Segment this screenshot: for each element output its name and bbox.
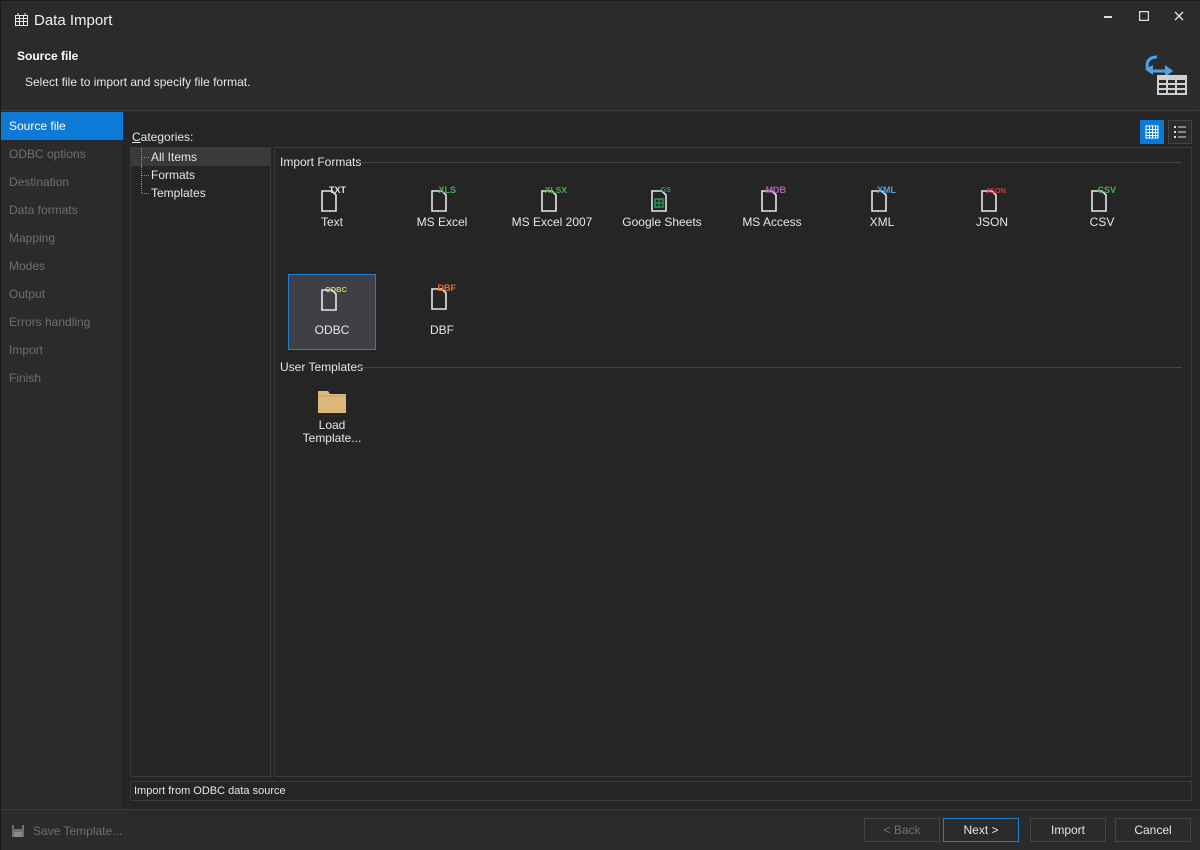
list-view-icon	[1174, 126, 1186, 138]
tree-item-label: All Items	[151, 150, 198, 164]
svg-text:TXT: TXT	[329, 185, 347, 195]
format-tile-ms-excel[interactable]: XLS MS Excel	[398, 173, 486, 249]
format-tile-dbf[interactable]: DBF DBF	[398, 274, 486, 350]
step-mapping: Mapping	[9, 231, 56, 245]
load-template-tile[interactable]: Load Template...	[288, 375, 376, 461]
tile-label: CSV	[1089, 215, 1115, 229]
odbc-file-icon: ODBC	[321, 285, 347, 311]
maximize-button[interactable]	[1126, 5, 1162, 27]
tree-item-formats[interactable]: Formats	[131, 166, 270, 184]
import-formats-heading: Import Formats	[280, 155, 362, 169]
save-template-button: Save Template...	[11, 822, 122, 840]
format-tile-json[interactable]: JSON JSON	[948, 173, 1036, 249]
maximize-icon	[1139, 11, 1149, 21]
format-tile-csv[interactable]: CSV CSV	[1058, 173, 1146, 249]
step-destination: Destination	[9, 175, 70, 189]
categories-label: Categories:	[132, 130, 194, 144]
tree-item-label: Formats	[151, 168, 196, 182]
mdb-file-icon: MDB	[761, 185, 787, 212]
tile-label: Text	[320, 215, 343, 229]
format-tile-ms-excel-2007[interactable]: XLSX MS Excel 2007	[508, 173, 596, 249]
svg-text:MDB: MDB	[766, 185, 787, 195]
svg-text:DBF: DBF	[438, 283, 457, 293]
format-tile-odbc[interactable]: ODBC ODBC	[288, 274, 376, 350]
step-import: Import	[9, 343, 44, 357]
csv-file-icon: CSV	[1091, 185, 1116, 212]
step-finish: Finish	[9, 371, 42, 385]
txt-file-icon: TXT	[321, 185, 347, 212]
step-errors-handling: Errors handling	[9, 315, 91, 329]
title-bar: Data Import	[1, 1, 1200, 39]
table-icon	[15, 13, 28, 26]
import-button[interactable]: Import	[1030, 818, 1106, 842]
xls-file-icon: XLS	[431, 185, 456, 212]
close-button[interactable]	[1161, 5, 1197, 27]
next-button[interactable]: Next >	[943, 818, 1019, 842]
tree-item-templates[interactable]: Templates	[131, 184, 270, 202]
step-odbc-options: ODBC options	[9, 147, 86, 161]
categories-tree: All Items Formats Templates	[130, 147, 271, 777]
save-template-label: Save Template...	[33, 824, 123, 838]
format-tile-google-sheets[interactable]: GS Google Sheets	[618, 173, 706, 249]
tile-label: JSON	[975, 215, 1008, 229]
svg-text:XLS: XLS	[438, 185, 456, 195]
window-title: Data Import	[34, 12, 113, 29]
tile-label: XML	[869, 215, 895, 229]
minimize-button[interactable]	[1091, 5, 1127, 27]
user-templates-heading: User Templates	[280, 360, 364, 374]
svg-text:JSON: JSON	[986, 186, 1006, 195]
tile-label: ODBC	[314, 323, 350, 337]
tile-label: MS Excel	[416, 215, 468, 229]
step-output: Output	[9, 287, 46, 301]
cancel-button[interactable]: Cancel	[1115, 818, 1191, 842]
wizard-footer: Save Template... < Back Next > Import Ca…	[1, 809, 1200, 850]
page-title: Source file	[17, 49, 79, 63]
format-tile-ms-access[interactable]: MDB MS Access	[728, 173, 816, 249]
section-divider	[359, 162, 1182, 163]
step-source-file[interactable]: Source file	[1, 112, 123, 140]
folder-icon	[318, 391, 346, 413]
xlsx-file-icon: XLSX	[541, 185, 567, 212]
page-subtitle: Select file to import and specify file f…	[25, 75, 251, 89]
dbf-file-icon: DBF	[431, 283, 457, 310]
step-data-formats: Data formats	[9, 203, 78, 217]
tile-label: Google Sheets	[622, 215, 702, 229]
list-view-button[interactable]	[1168, 120, 1192, 144]
tile-label: MS Access	[742, 215, 802, 229]
save-disk-icon	[12, 825, 24, 837]
main-panel: Categories: All Items Formats Templates	[123, 112, 1200, 809]
json-file-icon: JSON	[981, 186, 1006, 212]
svg-text:XML: XML	[877, 185, 897, 195]
status-description: Import from ODBC data source	[130, 781, 1192, 801]
svg-text:XLSX: XLSX	[545, 185, 567, 195]
step-modes: Modes	[9, 259, 46, 273]
svg-text:CSV: CSV	[1097, 185, 1116, 195]
grid-view-icon	[1145, 125, 1159, 139]
wizard-header: Source file Select file to import and sp…	[1, 39, 1200, 111]
tile-label: Load Template...	[302, 418, 362, 445]
tree-item-label: Templates	[151, 186, 206, 200]
section-divider	[359, 367, 1182, 368]
google-sheets-file-icon: GS	[651, 187, 671, 212]
wizard-steps-sidebar: Source file ODBC options Destination Dat…	[1, 112, 123, 809]
back-button: < Back	[864, 818, 940, 842]
tile-label: DBF	[430, 323, 454, 337]
tree-item-all-items[interactable]: All Items	[131, 148, 270, 166]
formats-content: Import Formats TXT Text XLS MS Excel XLS…	[274, 147, 1192, 777]
svg-text:ODBC: ODBC	[325, 285, 347, 294]
tile-label: MS Excel 2007	[511, 215, 593, 229]
xml-file-icon: XML	[871, 185, 897, 212]
data-import-window: Data Import Source file Select file to i…	[0, 0, 1200, 850]
import-table-icon	[1145, 55, 1187, 95]
minimize-icon	[1104, 16, 1112, 18]
format-tile-xml[interactable]: XML XML	[838, 173, 926, 249]
format-tile-text[interactable]: TXT Text	[288, 173, 376, 249]
grid-view-button[interactable]	[1140, 120, 1164, 144]
svg-text:GS: GS	[661, 187, 671, 194]
close-icon	[1174, 11, 1184, 21]
